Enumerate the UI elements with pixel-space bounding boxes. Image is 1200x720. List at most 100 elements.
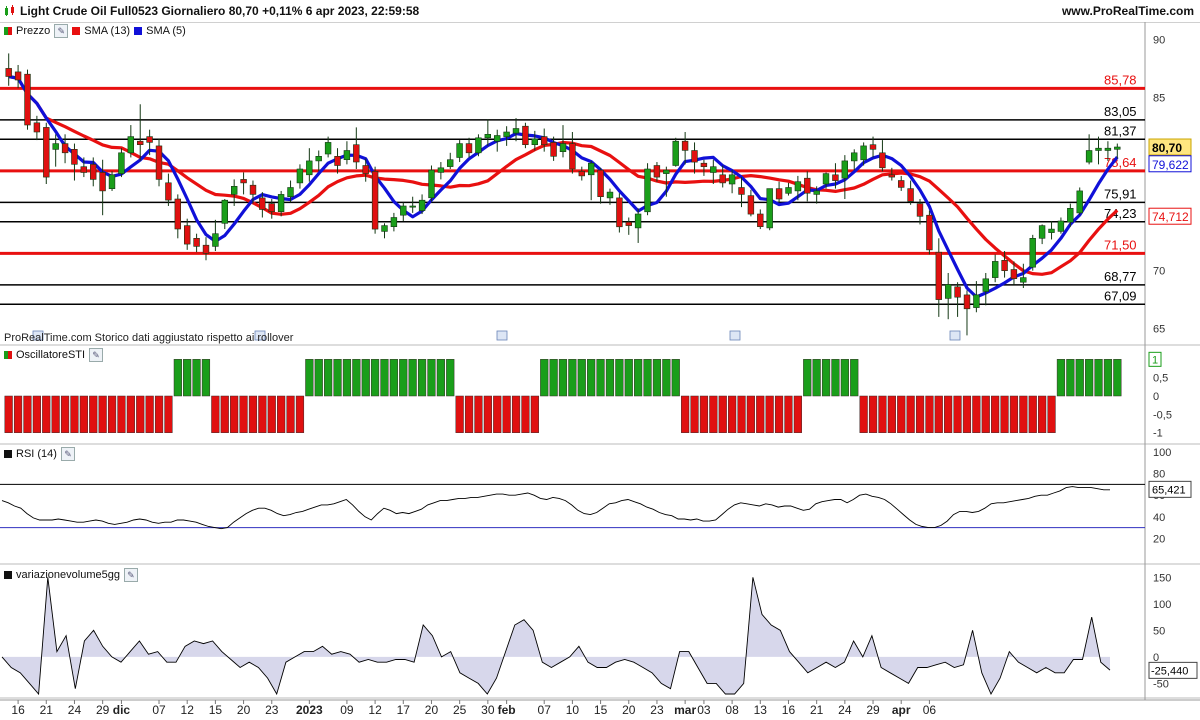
candle-body (371, 171, 379, 230)
candle-body (1095, 147, 1102, 151)
candle-body (1038, 225, 1046, 239)
chart-canvas: 65707580859085,7883,0581,3778,6475,9174,… (0, 22, 1200, 717)
sti-bar (859, 395, 868, 433)
sti-bar (850, 359, 859, 397)
sti-bar (1047, 395, 1056, 433)
sti-bar (887, 395, 896, 433)
sti-tick-label: 0 (1153, 391, 1159, 403)
candle-body (888, 174, 896, 178)
sti-bar (173, 359, 182, 397)
time-axis-label: 15 (594, 703, 608, 717)
candle-body (1057, 220, 1065, 232)
time-axis-label: 07 (152, 703, 166, 717)
candle-body (681, 140, 689, 151)
time-axis-label: 20 (622, 703, 636, 717)
candle-body (52, 143, 59, 150)
candle-body (277, 194, 285, 212)
calendar-icon (496, 330, 508, 341)
sti-bar (774, 395, 784, 433)
candle-body (982, 278, 990, 292)
sti-legend: OscillatoreSTI ✎ (4, 348, 104, 362)
candle-body (663, 169, 670, 174)
sti-bar (248, 395, 258, 433)
sti-bar (812, 359, 821, 397)
sti-bar (4, 395, 13, 433)
sti-bar (399, 359, 408, 397)
sti-bar (107, 395, 117, 433)
candle-body (522, 125, 529, 145)
volume-tick-label: 150 (1153, 572, 1171, 584)
candle-body (822, 173, 830, 185)
price-tick-label: 85 (1153, 92, 1165, 104)
candle-body (757, 213, 764, 227)
candle-body (512, 128, 520, 134)
sti-bar (737, 395, 746, 433)
sti-bar (549, 359, 558, 397)
sti-bar (502, 395, 511, 433)
sti-bar (70, 395, 79, 433)
volume-legend: variazionevolume5gg ✎ (4, 568, 138, 582)
sti-tick-label: -1 (1153, 428, 1163, 440)
time-axis-label: 12 (181, 703, 195, 717)
candle-body (381, 225, 388, 232)
time-axis-label: 30 (481, 703, 495, 717)
wrench-icon[interactable]: ✎ (54, 24, 69, 38)
sti-bar (1009, 395, 1019, 433)
time-axis-label: 03 (697, 703, 711, 717)
volume-swatch (4, 571, 12, 579)
candle-body (184, 225, 191, 245)
rsi-tick-label: 20 (1153, 533, 1165, 545)
wrench-icon[interactable]: ✎ (89, 348, 104, 362)
rsi-tick-label: 100 (1153, 447, 1171, 459)
sti-bar (286, 395, 295, 433)
sti-bar (840, 359, 849, 397)
candle-body (766, 188, 773, 229)
time-axis-label: 06 (923, 703, 937, 717)
time-axis-label: 21 (40, 703, 54, 717)
wrench-icon[interactable]: ✎ (123, 568, 138, 582)
sti-bar (915, 395, 925, 433)
candle-body (418, 199, 426, 211)
candle-body (43, 127, 50, 178)
calendar-icon (729, 330, 741, 341)
time-axis-label: 16 (782, 703, 796, 717)
sti-bar (342, 359, 352, 397)
sti-bar (784, 395, 793, 433)
time-axis-label: mar (674, 703, 696, 717)
candle-body (446, 159, 454, 167)
candle-body (353, 144, 360, 163)
candle-body (531, 138, 539, 145)
sti-bar (370, 359, 380, 397)
candle-body (672, 140, 679, 166)
candle-body (569, 143, 576, 170)
volume-line (1, 577, 1111, 696)
candle-body (390, 217, 398, 227)
candle-body (1104, 147, 1112, 151)
candle-body (428, 169, 435, 199)
candle-body (691, 150, 698, 163)
sti-bar (32, 395, 41, 433)
legend-price: Prezzo (16, 25, 51, 37)
sti-bar (352, 359, 361, 397)
level-label: 81,37 (1104, 123, 1137, 138)
rsi-swatch (4, 450, 12, 458)
candle-body (343, 150, 351, 160)
sti-bar (634, 359, 643, 397)
sti-bar (953, 395, 962, 433)
sti-bar (1056, 359, 1066, 397)
candle-body (465, 143, 473, 154)
candle-body (634, 213, 642, 229)
candle-body (879, 152, 886, 169)
candle-body (268, 203, 275, 213)
wrench-icon[interactable]: ✎ (60, 447, 75, 461)
time-axis-label: dic (113, 703, 131, 717)
candle-body (954, 286, 961, 298)
sti-bar (868, 395, 878, 433)
sti-bar (493, 395, 502, 433)
sti-bar (981, 395, 990, 433)
price-tick-label: 90 (1153, 35, 1165, 47)
candle-body (625, 221, 633, 226)
sti-bar (136, 395, 145, 433)
candle-body (296, 168, 304, 184)
candle-body (916, 203, 924, 217)
